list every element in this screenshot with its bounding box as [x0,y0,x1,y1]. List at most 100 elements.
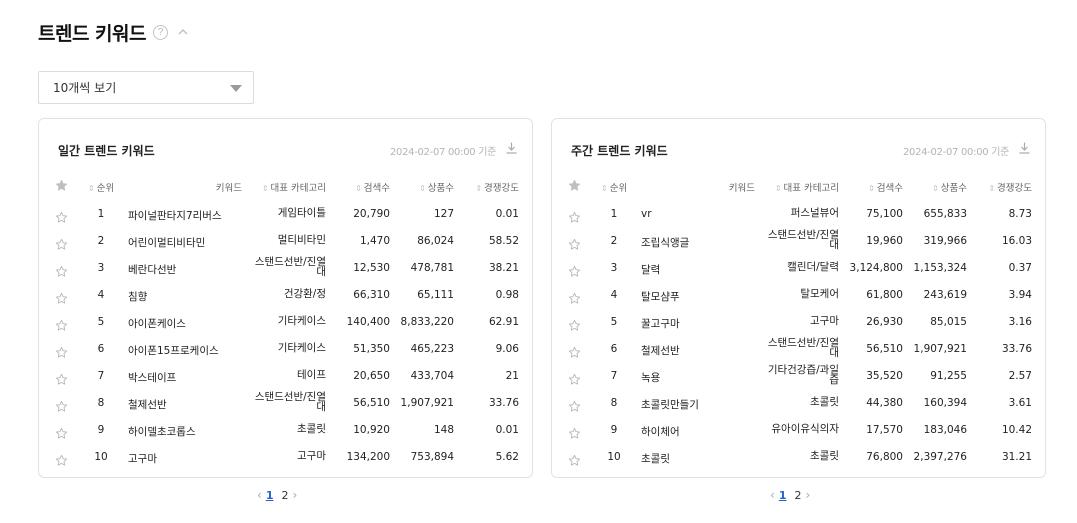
chevron-up-icon[interactable] [178,27,188,37]
star-icon[interactable] [568,211,581,227]
table-row[interactable]: 10 고구마 고구마 134,200 753,894 5.62 [39,448,532,475]
keyword-cell[interactable]: 철제선반 [641,343,680,358]
chevron-left-icon[interactable]: ‹ [770,488,775,502]
col-header-competition[interactable]: ⇕ 경쟁강도 [988,180,1032,194]
keyword-cell[interactable]: 아이폰15프로케이스 [128,343,219,358]
col-header-rank[interactable]: ⇕ 순위 [601,180,627,194]
download-icon[interactable] [1019,142,1030,154]
rank-cell: 7 [97,370,105,382]
star-icon[interactable] [568,373,581,389]
star-icon[interactable] [55,292,68,308]
keyword-cell[interactable]: 달력 [641,262,660,277]
keyword-cell[interactable]: 하이델초코롭스 [128,424,196,439]
table-row[interactable]: 8 철제선반 스탠드선반/진열대 56,510 1,907,921 33.76 [39,392,532,421]
keyword-cell[interactable]: 고구마 [128,451,157,466]
help-icon[interactable]: ? [153,24,168,40]
product-count-cell: 65,111 [417,289,454,301]
col-header-keyword-label: 키워드 [215,183,242,194]
star-icon[interactable] [55,454,68,470]
sort-icon: ⇕ [932,184,939,193]
table-row[interactable]: 8 초콜릿만들기 초콜릿 44,380 160,394 3.61 [552,394,1045,421]
table-row[interactable]: 3 달력 캘린더/달력 3,124,800 1,153,324 0.37 [552,259,1045,286]
keyword-cell[interactable]: 조립식앵글 [641,235,689,250]
keyword-cell[interactable]: 초콜릿만들기 [641,397,699,412]
star-icon[interactable] [568,292,581,308]
star-icon[interactable] [568,238,581,254]
page-link-next[interactable]: 2 [281,489,288,502]
table-row[interactable]: 6 아이폰15프로케이스 기타케이스 51,350 465,223 9.06 [39,340,532,367]
keyword-cell[interactable]: 녹용 [641,370,660,385]
keyword-cell[interactable]: 탈모샴푸 [641,289,680,304]
keyword-cell[interactable]: 파이널판타지7리버스 [128,208,222,223]
favorite-all-star-icon[interactable] [55,179,68,195]
star-icon[interactable] [55,265,68,281]
table-row[interactable]: 5 꿀고구마 고구마 26,930 85,015 3.16 [552,313,1045,340]
keyword-cell[interactable]: 하이체어 [641,424,680,439]
table-row[interactable]: 7 녹용 기타건강즙/과일즙 35,520 91,255 2.57 [552,365,1045,394]
keyword-cell[interactable]: 박스테이프 [128,370,176,385]
page-link-next[interactable]: 2 [794,489,801,502]
table-row[interactable]: 1 파이널판타지7리버스 게임타이틀 20,790 127 0.01 [39,205,532,232]
col-header-search[interactable]: ⇕ 검색수 [355,180,390,194]
star-icon[interactable] [55,319,68,335]
col-header-category[interactable]: ⇕ 대표 카테고리 [262,180,326,194]
table-row[interactable]: 5 아이폰케이스 기타케이스 140,400 8,833,220 62.91 [39,313,532,340]
star-icon[interactable] [55,373,68,389]
page-link-current[interactable]: 1 [779,489,787,502]
keyword-cell[interactable]: 어린이멀티비타민 [128,235,205,250]
table-row[interactable]: 2 조립식앵글 스탠드선반/진열대 19,960 319,966 16.03 [552,230,1045,259]
col-header-rank[interactable]: ⇕ 순위 [88,180,114,194]
col-header-search[interactable]: ⇕ 검색수 [868,180,903,194]
keyword-cell[interactable]: 철제선반 [128,397,167,412]
star-icon[interactable] [55,238,68,254]
star-icon[interactable] [568,400,581,416]
keyword-cell[interactable]: vr [641,208,652,220]
search-count-cell: 12,530 [353,262,390,274]
table-row[interactable]: 6 철제선반 스탠드선반/진열대 56,510 1,907,921 33.76 [552,338,1045,367]
star-icon[interactable] [55,427,68,443]
keyword-cell[interactable]: 꿀고구마 [641,316,680,331]
page-link-current[interactable]: 1 [266,489,274,502]
star-icon[interactable] [55,346,68,362]
chevron-right-icon[interactable]: › [805,488,810,502]
star-icon[interactable] [568,454,581,470]
table-row[interactable]: 9 하이델초코롭스 초콜릿 10,920 148 0.01 [39,421,532,448]
product-count-cell: 1,907,921 [913,343,967,355]
chevron-left-icon[interactable]: ‹ [257,488,262,502]
col-header-competition[interactable]: ⇕ 경쟁강도 [475,180,519,194]
category-cell: 퍼스널뷰어 [790,207,839,219]
table-row[interactable]: 9 하이체어 유아이유식의자 17,570 183,046 10.42 [552,421,1045,448]
col-header-products[interactable]: ⇕ 상품수 [419,180,454,194]
sort-icon: ⇕ [355,184,362,193]
keyword-cell[interactable]: 아이폰케이스 [128,316,186,331]
category-cell: 기타케이스 [277,342,326,354]
table-row[interactable]: 2 어린이멀티비타민 멀티비타민 1,470 86,024 58.52 [39,232,532,259]
chevron-right-icon[interactable]: › [292,488,297,502]
competition-cell: 38.21 [488,262,519,274]
page-size-select[interactable]: 10개씩 보기 [38,71,254,104]
col-header-keyword[interactable]: 키워드 [729,180,755,194]
table-row[interactable]: 7 박스테이프 테이프 20,650 433,704 21 [39,367,532,394]
search-count-cell: 1,470 [359,235,390,247]
table-row[interactable]: 4 침향 건강환/정 66,310 65,111 0.98 [39,286,532,313]
star-icon[interactable] [55,211,68,227]
table-row[interactable]: 10 초콜릿 초콜릿 76,800 2,397,276 31.21 [552,448,1045,475]
category-cell: 테이프 [297,369,326,381]
star-icon[interactable] [55,400,68,416]
table-row[interactable]: 4 탈모샴푸 탈모케어 61,800 243,619 3.94 [552,286,1045,313]
keyword-cell[interactable]: 초콜릿 [641,451,670,466]
star-icon[interactable] [568,427,581,443]
table-row[interactable]: 1 vr 퍼스널뷰어 75,100 655,833 8.73 [552,205,1045,232]
col-header-category[interactable]: ⇕ 대표 카테고리 [775,180,839,194]
star-icon[interactable] [568,265,581,281]
keyword-cell[interactable]: 침향 [128,289,147,304]
star-icon[interactable] [568,346,581,362]
col-header-keyword[interactable]: 키워드 [216,180,242,194]
star-icon[interactable] [568,319,581,335]
table-row[interactable]: 3 베란다선반 스탠드선반/진열대 12,530 478,781 38.21 [39,257,532,286]
favorite-all-star-icon[interactable] [568,179,581,195]
col-header-products[interactable]: ⇕ 상품수 [932,180,967,194]
rank-cell: 5 [610,316,618,328]
keyword-cell[interactable]: 베란다선반 [128,262,176,277]
download-icon[interactable] [506,142,517,154]
